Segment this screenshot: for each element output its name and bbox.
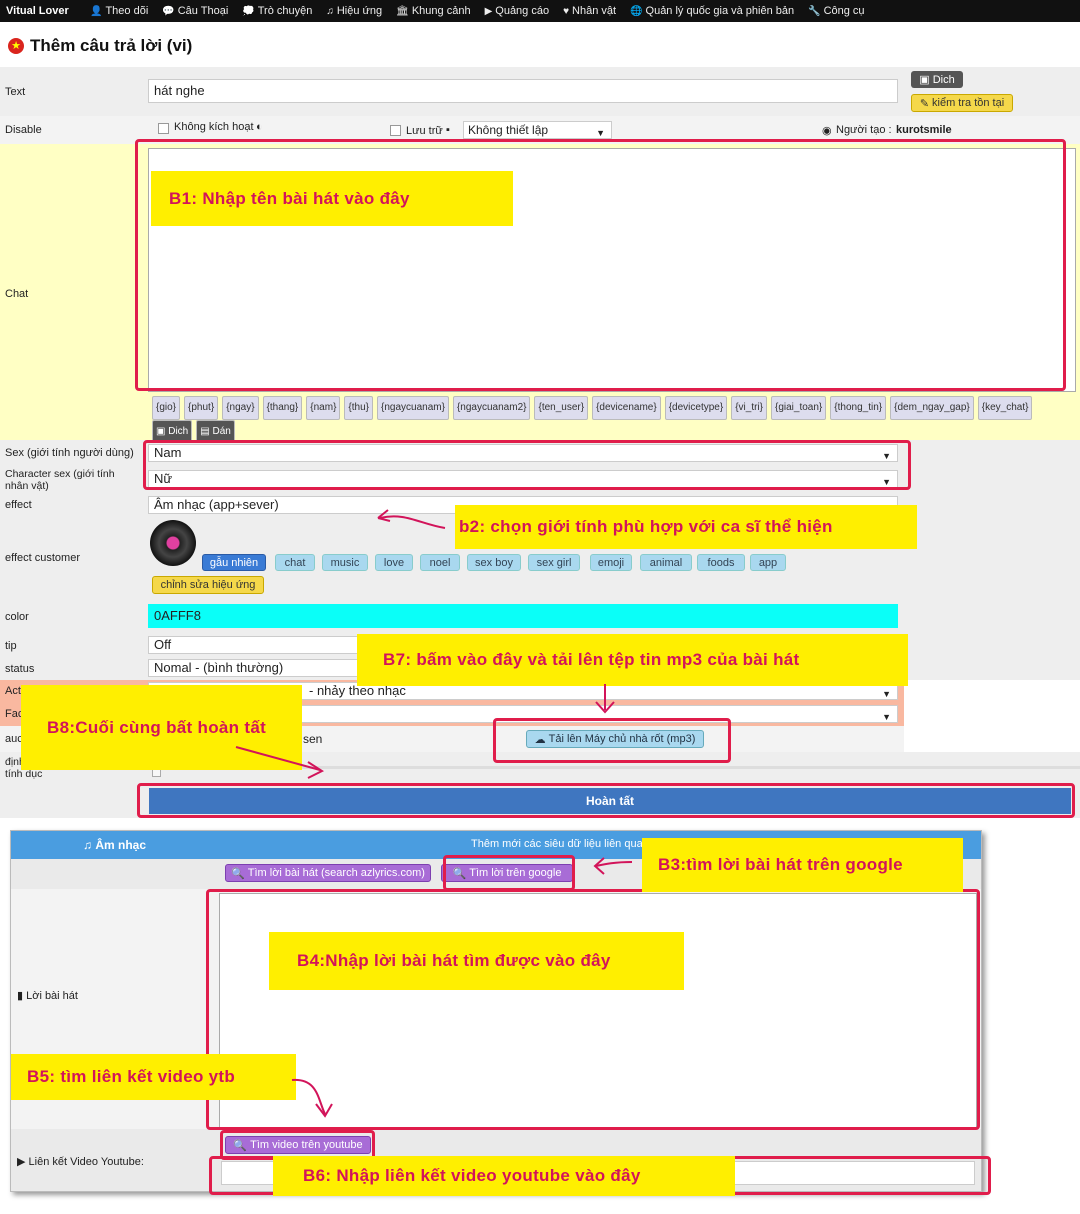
- arrow-b8: [235, 746, 321, 771]
- arrow-b3: [595, 861, 633, 867]
- arrow-b2: [379, 515, 446, 529]
- annotation-arrows: [235, 509, 633, 1118]
- arrow-b2-head: [377, 509, 391, 522]
- arrow-b8-head: [307, 761, 325, 779]
